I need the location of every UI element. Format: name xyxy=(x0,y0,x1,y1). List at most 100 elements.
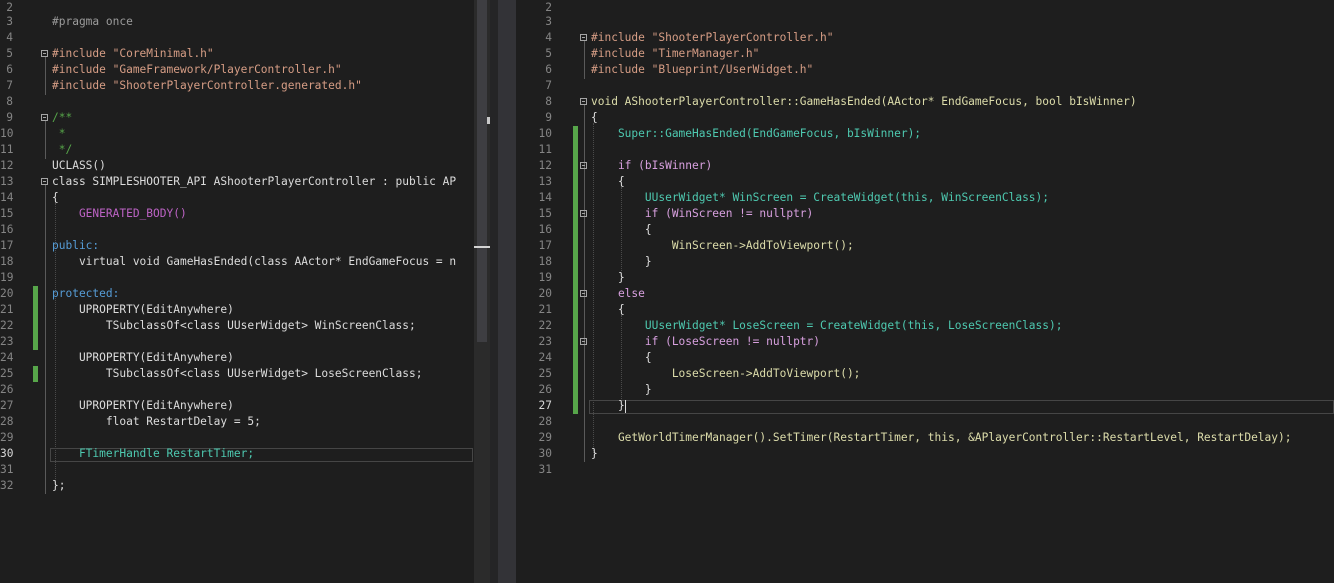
line-text: } xyxy=(591,447,598,460)
change-marker xyxy=(33,334,38,350)
code-line[interactable]: 9 /** xyxy=(0,110,474,126)
collapse-icon[interactable] xyxy=(41,114,48,121)
line-number: 10 xyxy=(0,127,14,140)
line-text: Super::GameHasEnded(EndGameFocus, bIsWin… xyxy=(591,127,922,140)
line-text: UUserWidget* WinScreen = CreateWidget(th… xyxy=(591,191,1050,204)
code-line[interactable]: 17 public: xyxy=(0,238,474,254)
code-line[interactable]: 3 #pragma once xyxy=(0,14,474,30)
line-text: FTimerHandle RestartTimer; xyxy=(52,447,255,460)
code-line[interactable]: 24 { xyxy=(516,350,1334,366)
scrollbar-thumb[interactable] xyxy=(477,0,487,342)
collapse-icon[interactable] xyxy=(580,290,587,297)
code-line[interactable]: 3 xyxy=(516,14,1334,30)
collapse-icon[interactable] xyxy=(580,34,587,41)
code-line[interactable]: 28 float RestartDelay = 5; xyxy=(0,414,474,430)
code-line[interactable]: 7 xyxy=(516,78,1334,94)
code-line[interactable]: 7 #include "ShooterPlayerController.gene… xyxy=(0,78,474,94)
code-line[interactable]: 19 } xyxy=(516,270,1334,286)
line-number: 20 xyxy=(538,287,552,300)
code-line[interactable]: 16 xyxy=(0,222,474,238)
line-text: * xyxy=(52,127,66,140)
line-number: 7 xyxy=(545,79,552,92)
line-text: #include "TimerManager.h" xyxy=(591,47,760,60)
code-line[interactable]: 25 LoseScreen->AddToViewport(); xyxy=(516,366,1334,382)
code-line[interactable]: 13 class SIMPLESHOOTER_API AShooterPlaye… xyxy=(0,174,474,190)
code-line[interactable]: 4 xyxy=(0,30,474,46)
code-line[interactable]: 22 UUserWidget* LoseScreen = CreateWidge… xyxy=(516,318,1334,334)
code-line[interactable]: 13 { xyxy=(516,174,1334,190)
code-line[interactable]: 19 xyxy=(0,270,474,286)
code-line[interactable]: 30 FTimerHandle RestartTimer; xyxy=(0,446,474,462)
code-line[interactable]: 30 } xyxy=(516,446,1334,462)
code-line[interactable]: 23 if (LoseScreen != nullptr) xyxy=(516,334,1334,350)
code-line[interactable]: 4 #include "ShooterPlayerController.h" xyxy=(516,30,1334,46)
line-text: TSubclassOf<class UUserWidget> WinScreen… xyxy=(52,319,416,332)
code-line[interactable]: 10 * xyxy=(0,126,474,142)
line-number: 6 xyxy=(6,63,13,76)
code-line[interactable]: 23 xyxy=(0,334,474,350)
code-line[interactable]: 29 xyxy=(0,430,474,446)
line-number: 26 xyxy=(538,383,552,396)
line-number: 13 xyxy=(0,175,14,188)
code-line[interactable]: 17 WinScreen->AddToViewport(); xyxy=(516,238,1334,254)
collapse-icon[interactable] xyxy=(41,50,48,57)
code-line[interactable]: 6 #include "Blueprint/UserWidget.h" xyxy=(516,62,1334,78)
collapse-icon[interactable] xyxy=(580,98,587,105)
code-line[interactable]: 12 UCLASS() xyxy=(0,158,474,174)
code-line[interactable]: 22 TSubclassOf<class UUserWidget> WinScr… xyxy=(0,318,474,334)
line-number: 28 xyxy=(538,415,552,428)
code-line[interactable]: 18 } xyxy=(516,254,1334,270)
line-number: 10 xyxy=(538,127,552,140)
collapse-icon[interactable] xyxy=(580,338,587,345)
line-number: 22 xyxy=(0,319,14,332)
code-line[interactable]: 21 UPROPERTY(EditAnywhere) xyxy=(0,302,474,318)
code-line[interactable]: 14 { xyxy=(0,190,474,206)
code-line[interactable]: 31 xyxy=(0,462,474,478)
pane-splitter[interactable] xyxy=(490,0,498,583)
code-line[interactable]: 16 { xyxy=(516,222,1334,238)
code-line[interactable]: 11 */ xyxy=(0,142,474,158)
change-marker xyxy=(573,334,578,350)
code-line[interactable]: 26 } xyxy=(516,382,1334,398)
line-number: 16 xyxy=(0,223,14,236)
code-line[interactable]: 25 TSubclassOf<class UUserWidget> LoseSc… xyxy=(0,366,474,382)
code-line[interactable]: 15 GENERATED_BODY() xyxy=(0,206,474,222)
line-number: 18 xyxy=(0,255,14,268)
code-line[interactable]: 29 GetWorldTimerManager().SetTimer(Resta… xyxy=(516,430,1334,446)
editor-pane-source-file[interactable]: 2 3 4 #include "ShooterPlayerController.… xyxy=(516,0,1334,583)
code-line[interactable]: 20 else xyxy=(516,286,1334,302)
line-text: /** xyxy=(52,111,73,124)
collapse-icon[interactable] xyxy=(580,210,587,217)
code-line[interactable]: 27 } xyxy=(516,398,1334,414)
collapse-icon[interactable] xyxy=(41,178,48,185)
code-line[interactable]: 21 { xyxy=(516,302,1334,318)
code-line[interactable]: 5 #include "CoreMinimal.h" xyxy=(0,46,474,62)
code-line[interactable]: 32 }; xyxy=(0,478,474,494)
code-line[interactable]: 24 UPROPERTY(EditAnywhere) xyxy=(0,350,474,366)
line-text: void AShooterPlayerController::GameHasEn… xyxy=(591,95,1137,108)
code-line[interactable]: 14 UUserWidget* WinScreen = CreateWidget… xyxy=(516,190,1334,206)
code-line[interactable]: 6 #include "GameFramework/PlayerControll… xyxy=(0,62,474,78)
code-line[interactable]: 28 xyxy=(516,414,1334,430)
vertical-scrollbar[interactable] xyxy=(474,0,490,583)
collapse-icon[interactable] xyxy=(580,162,587,169)
code-line[interactable]: 31 xyxy=(516,462,1334,478)
line-number: 30 xyxy=(0,447,14,460)
code-line[interactable]: 20 protected: xyxy=(0,286,474,302)
line-text: protected: xyxy=(52,287,120,300)
code-line[interactable]: 8 void AShooterPlayerController::GameHas… xyxy=(516,94,1334,110)
code-line[interactable]: 5 #include "TimerManager.h" xyxy=(516,46,1334,62)
code-line[interactable]: 10 Super::GameHasEnded(EndGameFocus, bIs… xyxy=(516,126,1334,142)
line-text: UCLASS() xyxy=(52,159,106,172)
code-line[interactable]: 18 virtual void GameHasEnded(class AActo… xyxy=(0,254,474,270)
editor-pane-header-file[interactable]: 2 3 #pragma once 4 5 #include "CoreMinim… xyxy=(0,0,474,583)
code-line[interactable]: 11 xyxy=(516,142,1334,158)
code-line[interactable]: 26 xyxy=(0,382,474,398)
code-line[interactable]: 27 UPROPERTY(EditAnywhere) xyxy=(0,398,474,414)
code-line[interactable]: 9 { xyxy=(516,110,1334,126)
line-number: 3 xyxy=(545,15,552,28)
line-number: 18 xyxy=(538,255,552,268)
code-line[interactable]: 12 if (bIsWinner) xyxy=(516,158,1334,174)
code-line[interactable]: 15 if (WinScreen != nullptr) xyxy=(516,206,1334,222)
code-line[interactable]: 8 xyxy=(0,94,474,110)
